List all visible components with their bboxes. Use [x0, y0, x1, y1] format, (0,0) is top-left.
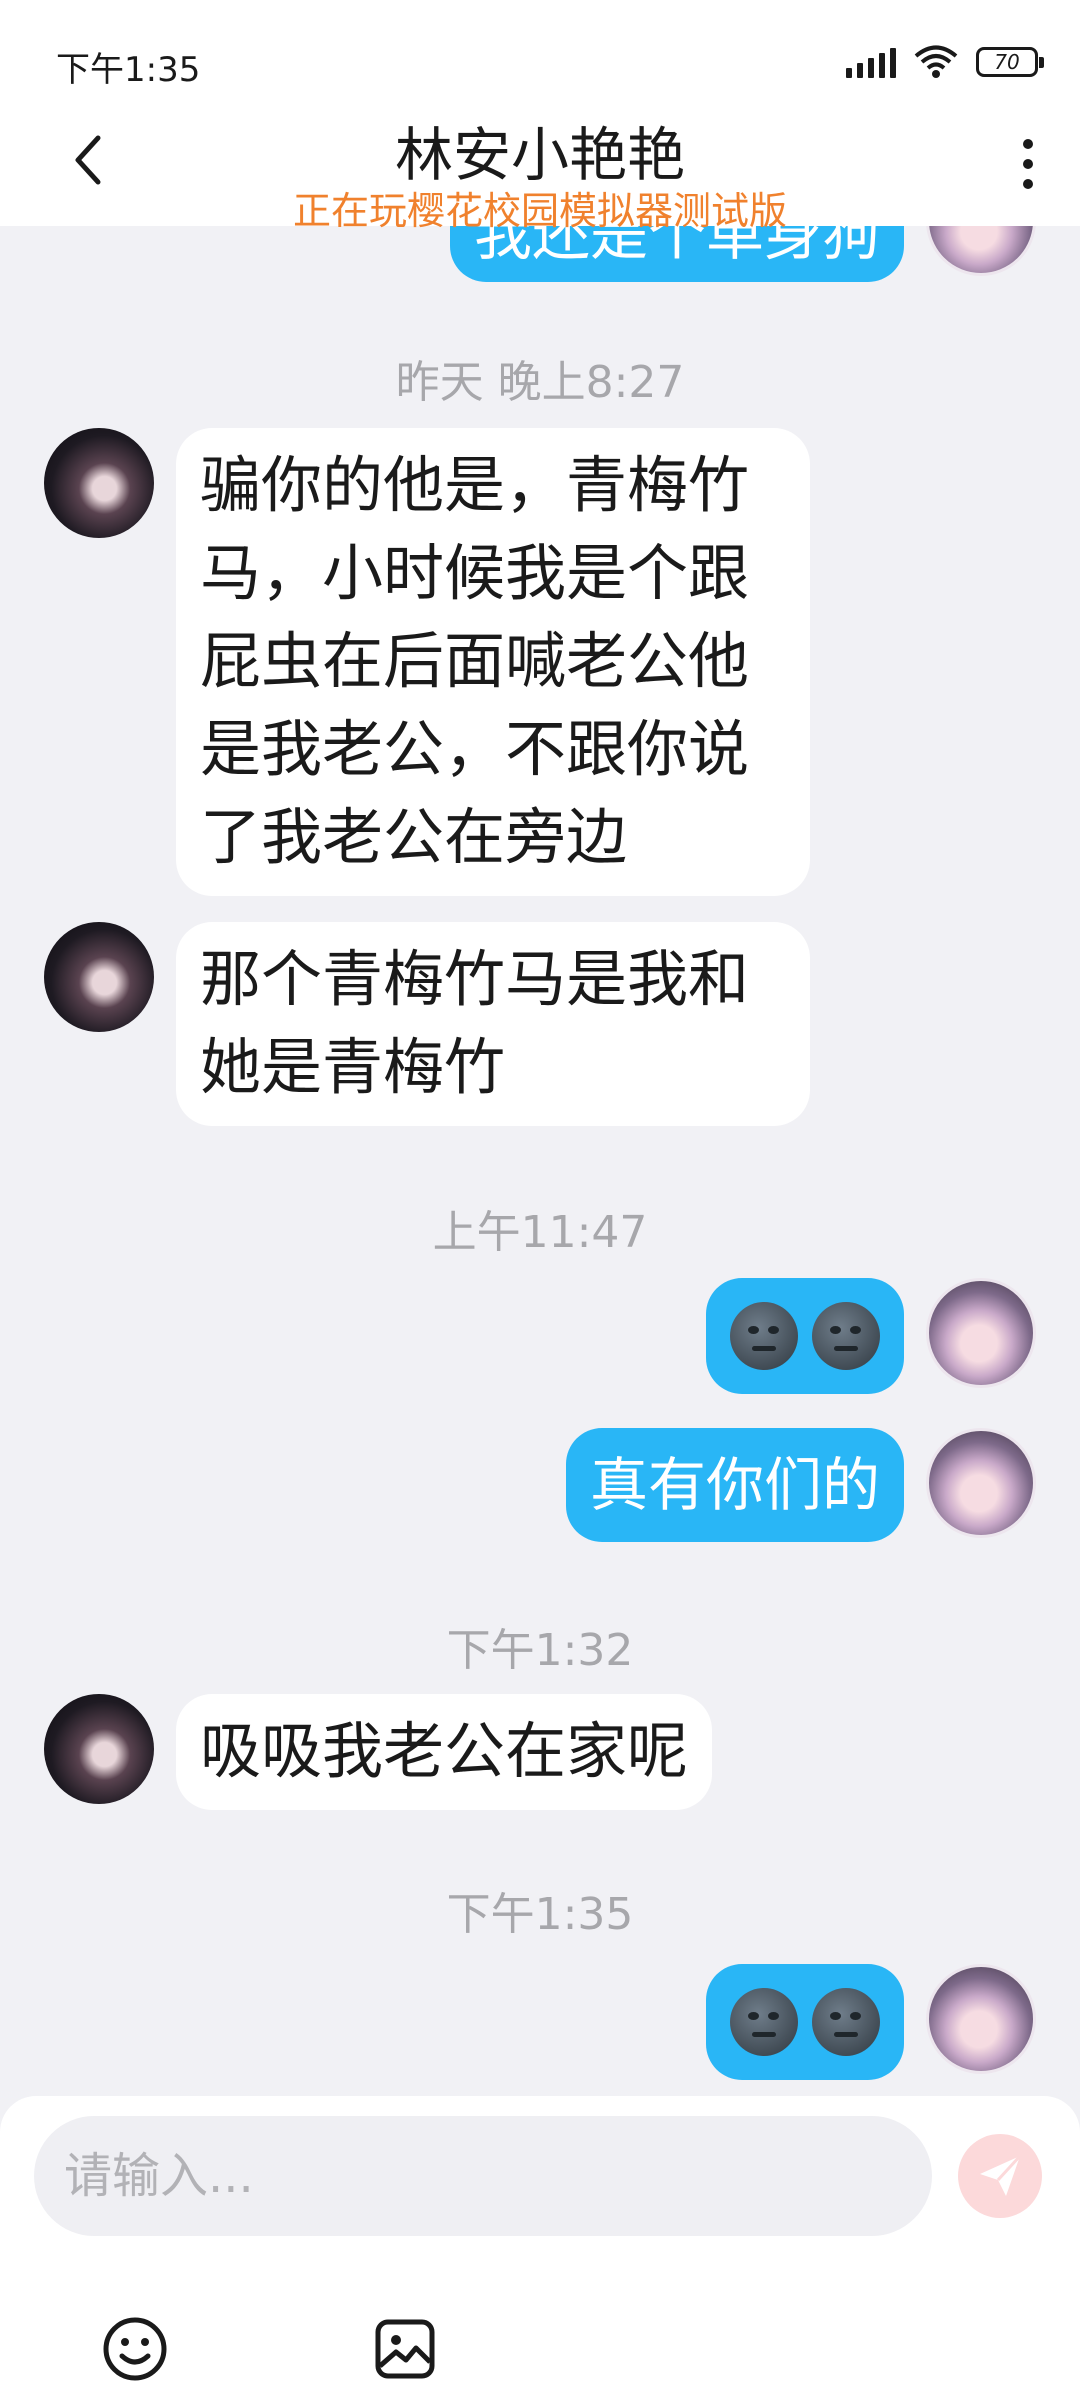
- moon-face-emoji-icon: [812, 1988, 880, 2056]
- moon-face-emoji-icon: [812, 1302, 880, 1370]
- message-text: 那个青梅竹马是我和她是青梅竹: [200, 944, 750, 1103]
- send-button[interactable]: [958, 2134, 1042, 2218]
- contact-avatar[interactable]: [44, 922, 154, 1032]
- message-text: 骗你的他是，青梅竹马，小时候我是个跟屁虫在后面喊老公他是我老公，不跟你说了我老公…: [200, 450, 750, 873]
- my-avatar[interactable]: [926, 1964, 1036, 2074]
- emoji-button[interactable]: [100, 2314, 170, 2384]
- my-avatar[interactable]: [926, 1428, 1036, 1538]
- send-icon: [980, 2154, 1022, 2196]
- status-bar: 下午1:35 70: [0, 0, 1080, 110]
- more-button[interactable]: [1004, 128, 1052, 200]
- outgoing-message-bubble[interactable]: [706, 1964, 904, 2080]
- wifi-icon: [914, 45, 958, 78]
- smiley-icon: [103, 2317, 167, 2381]
- chat-header: 林安小艳艳 正在玩樱花校园模拟器测试版: [0, 100, 1080, 233]
- image-icon: [375, 2319, 435, 2379]
- more-vertical-icon: [1023, 139, 1033, 189]
- timestamp: 下午1:35: [446, 1889, 634, 1940]
- timestamp: 上午11:47: [432, 1207, 648, 1258]
- status-icons: 70: [846, 42, 1044, 82]
- moon-face-emoji-icon: [730, 1302, 798, 1370]
- outgoing-message-bubble[interactable]: 真有你们的: [565, 1428, 904, 1542]
- contact-avatar[interactable]: [44, 1694, 154, 1804]
- incoming-message-bubble[interactable]: 吸吸我老公在家呢: [176, 1694, 713, 1810]
- message-text: 吸吸我老公在家呢: [200, 1716, 689, 1787]
- image-button[interactable]: [370, 2314, 440, 2384]
- outgoing-message-bubble[interactable]: [706, 1278, 904, 1394]
- timestamp: 下午1:32: [446, 1625, 634, 1676]
- status-time: 下午1:35: [56, 50, 201, 90]
- incoming-message-bubble[interactable]: 骗你的他是，青梅竹马，小时候我是个跟屁虫在后面喊老公他是我老公，不跟你说了我老公…: [176, 428, 810, 896]
- timestamp: 昨天 晚上8:27: [395, 357, 685, 408]
- contact-avatar[interactable]: [44, 428, 154, 538]
- message-list[interactable]: 我还是个单身狗 昨天 晚上8:27 骗你的他是，青梅竹马，小时候我是个跟屁虫在后…: [0, 226, 1080, 2096]
- message-input[interactable]: [34, 2116, 932, 2236]
- input-bar: [0, 2096, 1080, 2400]
- moon-face-emoji-icon: [730, 1988, 798, 2056]
- chat-status-subtitle: 正在玩樱花校园模拟器测试版: [292, 189, 787, 233]
- chat-screen: 下午1:35 70 林安小艳艳 正在玩樱花校园模拟器测试版 我还是个单身狗 昨天…: [0, 0, 1080, 2400]
- signal-icon: [846, 46, 896, 78]
- incoming-message-bubble[interactable]: 那个青梅竹马是我和她是青梅竹: [176, 922, 810, 1126]
- message-text: 真有你们的: [589, 1451, 880, 1519]
- battery-icon: 70: [976, 47, 1044, 77]
- my-avatar[interactable]: [926, 1278, 1036, 1388]
